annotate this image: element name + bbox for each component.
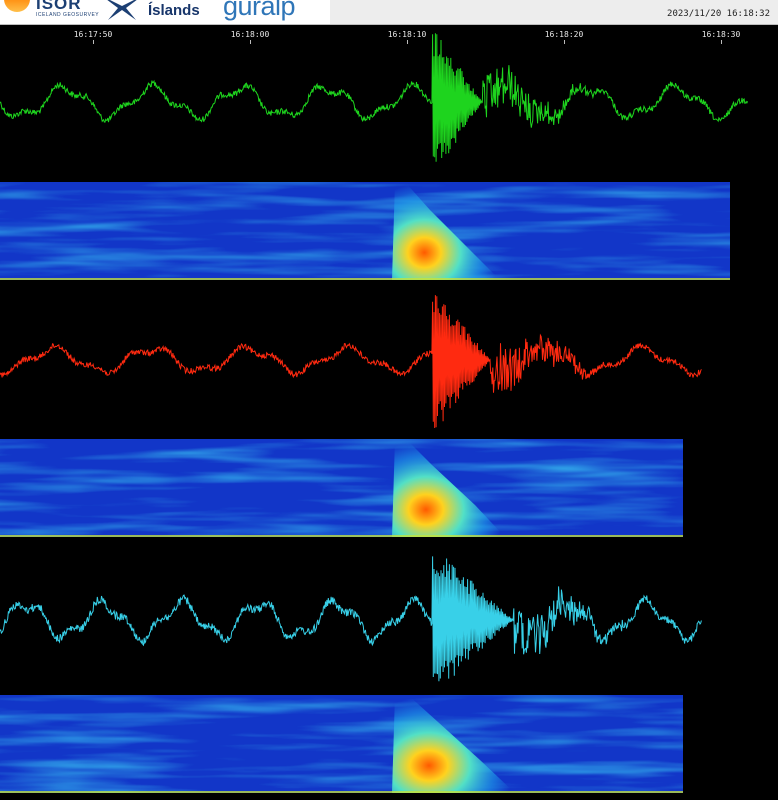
spectrogram-panel-3 bbox=[0, 695, 683, 793]
waveform-trace-2 bbox=[0, 295, 702, 429]
spectrogram-texture-2 bbox=[0, 439, 683, 537]
spectrogram-texture-3 bbox=[0, 695, 683, 793]
waveform-panel-3 bbox=[0, 556, 702, 682]
seismogram-plots bbox=[0, 33, 749, 793]
spectrogram-panel-1 bbox=[0, 182, 730, 280]
waveform-panel-2 bbox=[0, 295, 702, 429]
waveform-trace-3 bbox=[0, 556, 702, 682]
waveform-trace-1 bbox=[0, 33, 749, 162]
spectrogram-texture-1 bbox=[0, 182, 730, 280]
waveform-panel-1 bbox=[0, 33, 749, 162]
spectrogram-panel-2 bbox=[0, 439, 683, 537]
